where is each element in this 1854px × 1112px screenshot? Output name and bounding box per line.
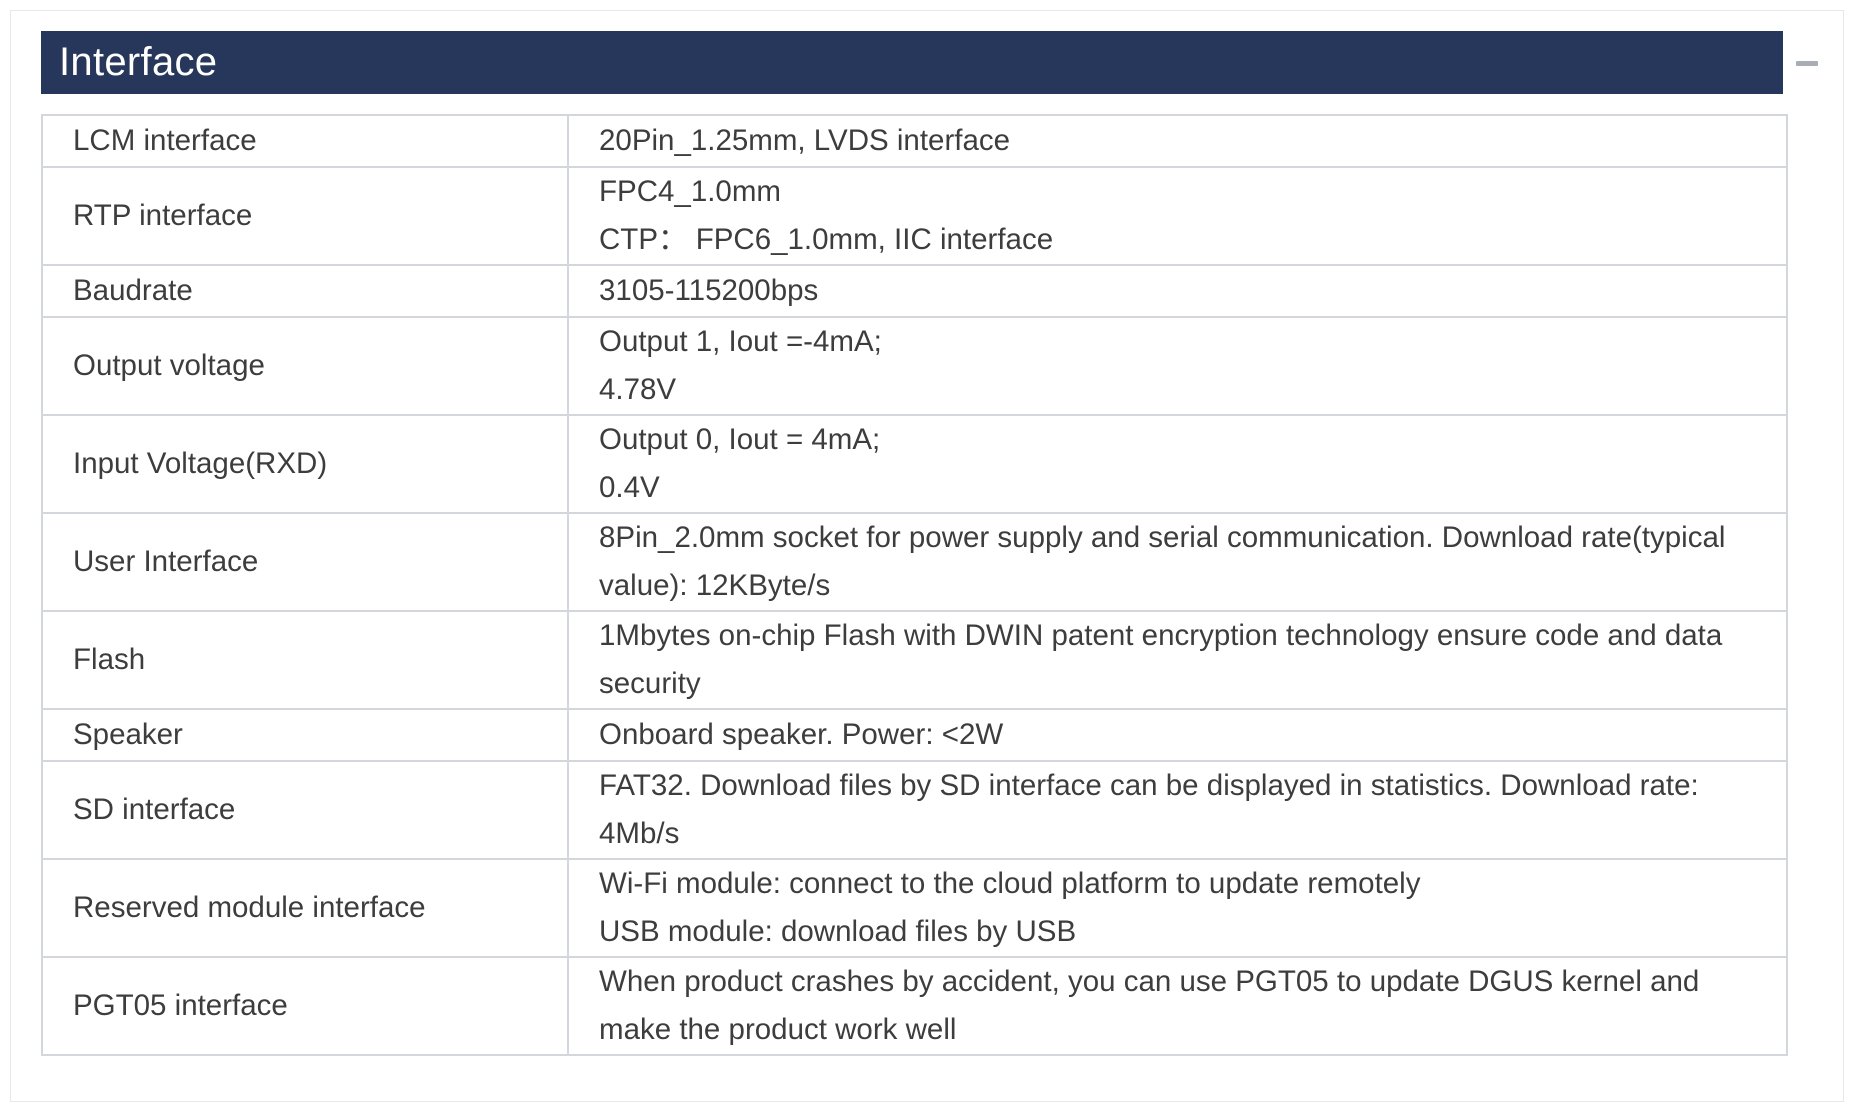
- minus-icon: [1796, 60, 1818, 66]
- table-row: LCM interface 20Pin_1.25mm, LVDS interfa…: [41, 114, 1788, 168]
- row-label: LCM interface: [41, 114, 569, 168]
- table-row: Reserved module interface Wi-Fi module: …: [41, 858, 1788, 958]
- row-label: Flash: [41, 610, 569, 710]
- spec-table: LCM interface 20Pin_1.25mm, LVDS interfa…: [41, 114, 1788, 1056]
- value-line: CTP： FPC6_1.0mm, IIC interface: [599, 223, 1054, 256]
- table-row: Baudrate 3105-115200bps: [41, 264, 1788, 318]
- row-label: User Interface: [41, 512, 569, 612]
- value-line: 4.78V: [599, 373, 677, 406]
- value-line: Wi-Fi module: connect to the cloud platf…: [599, 867, 1421, 900]
- table-row: SD interface FAT32. Download files by SD…: [41, 760, 1788, 860]
- value-line: Output 0, Iout = 4mA;: [599, 423, 881, 456]
- row-value: 20Pin_1.25mm, LVDS interface: [567, 114, 1788, 168]
- row-value: FAT32. Download files by SD interface ca…: [567, 760, 1788, 860]
- value-line: Onboard speaker. Power: <2W: [599, 718, 1004, 751]
- value-line: 0.4V: [599, 471, 660, 504]
- value-line: 20Pin_1.25mm, LVDS interface: [599, 124, 1011, 157]
- table-row: Input Voltage(RXD) Output 0, Iout = 4mA;…: [41, 414, 1788, 514]
- row-value: 1Mbytes on-chip Flash with DWIN patent e…: [567, 610, 1788, 710]
- row-label: Speaker: [41, 708, 569, 762]
- row-value: FPC4_1.0mm CTP： FPC6_1.0mm, IIC interfac…: [567, 166, 1788, 266]
- row-value: Output 1, Iout =-4mA; 4.78V: [567, 316, 1788, 416]
- row-value: 8Pin_2.0mm socket for power supply and s…: [567, 512, 1788, 612]
- row-value: 3105-115200bps: [567, 264, 1788, 318]
- table-row: PGT05 interface When product crashes by …: [41, 956, 1788, 1056]
- table-row: Flash 1Mbytes on-chip Flash with DWIN pa…: [41, 610, 1788, 710]
- row-value: When product crashes by accident, you ca…: [567, 956, 1788, 1056]
- row-label: Baudrate: [41, 264, 569, 318]
- row-value: Onboard speaker. Power: <2W: [567, 708, 1788, 762]
- table-row: RTP interface FPC4_1.0mm CTP： FPC6_1.0mm…: [41, 166, 1788, 266]
- row-label: Input Voltage(RXD): [41, 414, 569, 514]
- row-label: PGT05 interface: [41, 956, 569, 1056]
- value-line: Output 1, Iout =-4mA;: [599, 325, 882, 358]
- row-label: RTP interface: [41, 166, 569, 266]
- collapse-toggle-button[interactable]: [1789, 53, 1825, 73]
- value-line: 3105-115200bps: [599, 274, 819, 307]
- value-line: FPC4_1.0mm: [599, 175, 781, 208]
- table-row: User Interface 8Pin_2.0mm socket for pow…: [41, 512, 1788, 612]
- row-label: Reserved module interface: [41, 858, 569, 958]
- table-row: Speaker Onboard speaker. Power: <2W: [41, 708, 1788, 762]
- row-label: Output voltage: [41, 316, 569, 416]
- section-header: Interface: [41, 31, 1783, 94]
- table-row: Output voltage Output 1, Iout =-4mA; 4.7…: [41, 316, 1788, 416]
- row-value: Output 0, Iout = 4mA; 0.4V: [567, 414, 1788, 514]
- value-line: USB module: download files by USB: [599, 915, 1077, 948]
- section-title: Interface: [59, 40, 218, 84]
- row-value: Wi-Fi module: connect to the cloud platf…: [567, 858, 1788, 958]
- row-label: SD interface: [41, 760, 569, 860]
